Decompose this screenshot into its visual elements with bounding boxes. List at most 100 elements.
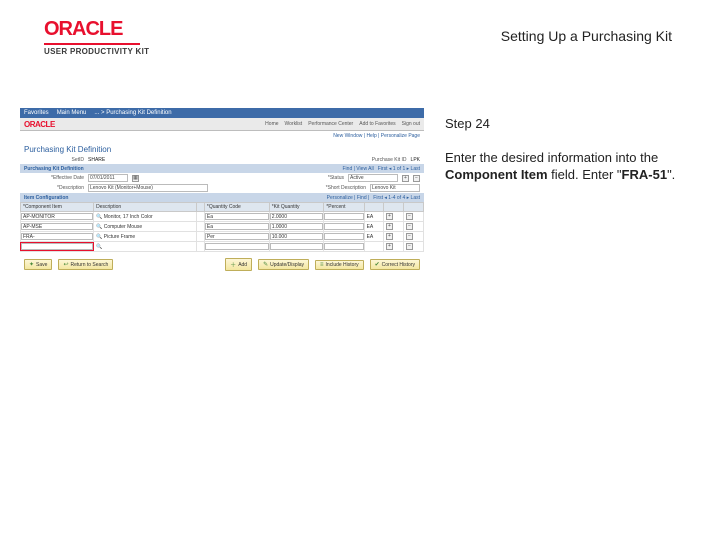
step-label: Step 24 <box>445 116 490 131</box>
kitqty-cell: 10.000 <box>269 232 324 242</box>
app-screenshot: Favorites Main Menu ... > Purchasing Kit… <box>20 108 424 271</box>
kitqty-cell-input[interactable]: 10.000 <box>270 233 324 240</box>
percent-cell-input[interactable] <box>324 243 363 250</box>
instruction-mid: field. Enter " <box>548 167 622 182</box>
percent-cell <box>324 242 364 252</box>
description-cell: 🔍 Monitor, 17 Inch Color <box>94 212 196 222</box>
row-del-icon[interactable]: − <box>406 223 413 230</box>
row-add-icon[interactable]: + <box>386 223 393 230</box>
item-config-table: *Component Item Description *Quantity Co… <box>20 202 424 252</box>
kitqty-cell: 2.0000 <box>269 212 324 222</box>
row-add-icon[interactable]: + <box>386 213 393 220</box>
bottom-toolbar: ✦Save ↩Return to Search ＋Add ✎Update/Dis… <box>20 258 424 271</box>
spacer-cell <box>196 222 204 232</box>
spacer-cell <box>196 232 204 242</box>
status-label: *Status <box>328 175 344 181</box>
uom-cell: EA <box>364 222 383 232</box>
kitqty-cell-input[interactable] <box>270 243 324 250</box>
row-del-icon[interactable]: − <box>406 233 413 240</box>
row-add-icon[interactable]: + <box>386 243 393 250</box>
description-cell: 🔍 Picture Frame <box>94 232 196 242</box>
percent-cell <box>324 212 364 222</box>
component-item-cell: AP-MONITOR <box>21 212 94 222</box>
qtycode-cell-input[interactable]: Ea <box>205 213 269 220</box>
col-percent[interactable]: *Percent <box>324 203 364 212</box>
setid-value: SHARE <box>88 157 105 163</box>
component-item-cell-input[interactable]: AP-MONITOR <box>21 213 93 220</box>
component-item-cell-input[interactable]: FRA- <box>21 233 93 240</box>
description-cell: 🔍 Computer Mouse <box>94 222 196 232</box>
kitqty-cell <box>269 242 324 252</box>
kitqty-cell-input[interactable]: 1.0000 <box>270 223 324 230</box>
row-del-icon[interactable]: − <box>406 213 413 220</box>
component-item-cell <box>21 242 94 252</box>
app-titlebar: Favorites Main Menu ... > Purchasing Kit… <box>20 108 424 118</box>
uom-cell: EA <box>364 212 383 222</box>
config-strip: Item Configuration Personalize | Find | … <box>20 193 424 202</box>
pkid-label: Purchase Kit ID <box>372 157 407 163</box>
tab-worklist[interactable]: Worklist <box>285 121 303 127</box>
kitqty-cell-input[interactable]: 2.0000 <box>270 213 324 220</box>
qtycode-cell: Per <box>204 232 269 242</box>
tab-signout[interactable]: Sign out <box>402 121 420 127</box>
uom-cell <box>364 242 383 252</box>
col-component-item[interactable]: *Component Item <box>21 203 94 212</box>
definition-find[interactable]: Find | View All <box>343 166 374 172</box>
calendar-icon[interactable]: ▦ <box>132 175 139 182</box>
col-qtycode[interactable]: *Quantity Code <box>204 203 269 212</box>
page-tools-links[interactable]: New Window | Help | Personalize Page <box>333 133 420 139</box>
qtycode-cell-input[interactable] <box>205 243 269 250</box>
tab-perfcenter[interactable]: Performance Center <box>308 121 353 127</box>
descr-input[interactable]: Lenovo Kit (Monitor+Mouse) <box>88 184 208 192</box>
logo-subtitle: USER PRODUCTIVITY KIT <box>44 47 149 56</box>
definition-counter: First ◂ 1 of 1 ▸ Last <box>378 166 420 172</box>
lookup-icon[interactable]: 🔍 <box>96 234 102 240</box>
percent-cell-input[interactable] <box>324 233 363 240</box>
col-description[interactable]: Description <box>94 203 196 212</box>
col-uom <box>364 203 383 212</box>
update-icon: ✎ <box>263 261 268 268</box>
logo-underline <box>44 43 140 45</box>
tab-favorites[interactable]: Add to Favorites <box>359 121 395 127</box>
delete-row-icon[interactable]: − <box>413 175 420 182</box>
component-item-cell-input[interactable]: AP-MSE <box>21 223 93 230</box>
qtycode-cell-input[interactable]: Ea <box>205 223 269 230</box>
qtycode-cell-input[interactable]: Per <box>205 233 269 240</box>
include-history-button[interactable]: ≡Include History <box>315 260 364 270</box>
status-select[interactable]: Active <box>348 174 398 182</box>
page-title: Setting Up a Purchasing Kit <box>501 28 672 44</box>
percent-cell <box>324 232 364 242</box>
row-del-cell: − <box>403 242 423 252</box>
add-button[interactable]: ＋Add <box>225 258 252 271</box>
effdate-input[interactable]: 07/01/2011 <box>88 174 128 182</box>
history-icon: ≡ <box>320 262 324 268</box>
col-kitqty[interactable]: *Kit Quantity <box>269 203 324 212</box>
add-row-icon[interactable]: + <box>402 175 409 182</box>
lookup-icon[interactable]: 🔍 <box>96 214 102 220</box>
percent-cell-input[interactable] <box>324 223 363 230</box>
instruction-field-name: Component Item <box>445 167 548 182</box>
component-item-cell-input[interactable] <box>21 243 93 250</box>
instruction-value: FRA-51 <box>622 167 668 182</box>
update-button[interactable]: ✎Update/Display <box>258 259 309 270</box>
tab-home[interactable]: Home <box>265 121 278 127</box>
save-button[interactable]: ✦Save <box>24 259 52 270</box>
titlebar-path: ... > Purchasing Kit Definition <box>94 110 171 116</box>
app-brandbar: ORACLE Home Worklist Performance Center … <box>20 118 424 130</box>
percent-cell-input[interactable] <box>324 213 363 220</box>
instruction-text: Enter the desired information into the C… <box>445 150 677 184</box>
correct-history-button[interactable]: ✔Correct History <box>370 259 420 270</box>
kitqty-cell: 1.0000 <box>269 222 324 232</box>
spacer-cell <box>196 242 204 252</box>
titlebar-favorites[interactable]: Favorites <box>24 110 49 116</box>
config-personalize[interactable]: Personalize | Find | <box>327 195 370 201</box>
lookup-icon[interactable]: 🔍 <box>96 244 102 250</box>
short-input[interactable]: Lenovo Kit <box>370 184 420 192</box>
config-strip-title: Item Configuration <box>24 195 68 201</box>
titlebar-mainmenu[interactable]: Main Menu <box>57 110 87 116</box>
return-button[interactable]: ↩Return to Search <box>58 259 113 270</box>
row-add-icon[interactable]: + <box>386 233 393 240</box>
lookup-icon[interactable]: 🔍 <box>96 224 102 230</box>
row-del-icon[interactable]: − <box>406 243 413 250</box>
col-act1 <box>383 203 403 212</box>
